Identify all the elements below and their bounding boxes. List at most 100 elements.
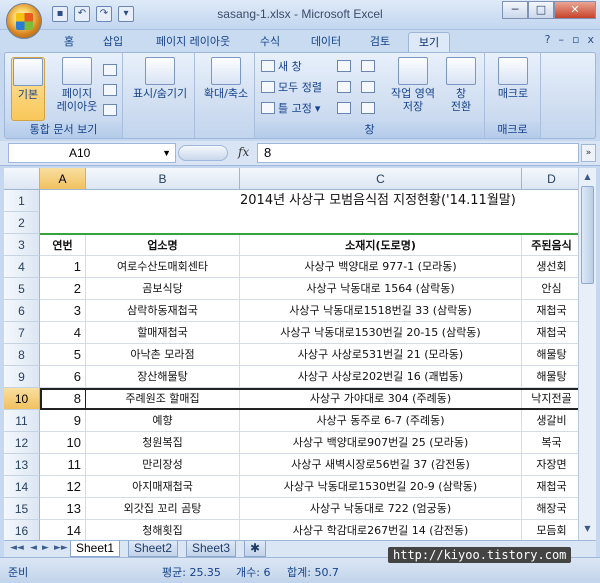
scroll-up-icon[interactable]: ▲ [581,170,594,184]
workbook-close-icon[interactable]: x [587,33,594,46]
chevron-down-icon[interactable]: ▼ [162,144,171,162]
row-header-1[interactable]: 1 [4,190,40,212]
sheet-tab-sheet1[interactable]: Sheet1 [70,541,121,557]
cell-no[interactable]: 10 [40,432,86,454]
cell-addr[interactable]: 사상구 사상로531번길 21 (모라동) [240,344,522,366]
freeze-panes-button[interactable]: 틀 고정 ▾ [261,99,320,117]
header-food[interactable]: 주된음식 [522,234,578,256]
cell-name[interactable]: 청해횟집 [86,520,240,540]
cell-no[interactable]: 12 [40,476,86,498]
insert-function-icon[interactable]: fx [238,145,249,159]
cell-addr[interactable]: 사상구 동주로 6-7 (주례동) [240,410,522,432]
cell-name[interactable]: 예향 [86,410,240,432]
hide-window-button[interactable] [337,78,351,96]
first-sheet-icon[interactable]: ◄◄ [10,543,24,553]
cell-name[interactable]: 여로수산도매회센타 [86,256,240,278]
cell-food[interactable]: 생갈비 [522,410,578,432]
workbook-restore-icon[interactable]: ▫ [572,33,579,46]
row-header-8[interactable]: 8 [4,344,40,366]
formula-bar-resize-handle[interactable] [178,145,228,161]
prev-sheet-icon[interactable]: ◄ [30,543,37,553]
synchronous-scrolling-button[interactable] [361,78,375,96]
worksheet-grid[interactable]: ABCD12345678910111213141516172014년 사상구 모… [4,168,578,540]
row-header-6[interactable]: 6 [4,300,40,322]
tab-view[interactable]: 보기 [408,32,450,52]
unhide-window-button[interactable] [337,99,351,117]
cell-name[interactable]: 아낙촌 모라점 [86,344,240,366]
macros-button[interactable]: 매크로 [491,57,535,100]
custom-views-button[interactable] [103,81,117,99]
column-header-a[interactable]: A [40,168,86,190]
normal-view-button[interactable]: 기본 [11,57,45,121]
expand-formula-bar-icon[interactable]: » [581,144,596,162]
workbook-minimize-icon[interactable]: – [559,33,565,46]
scroll-thumb[interactable] [581,186,594,284]
cell-food[interactable]: 자장면 [522,454,578,476]
cell-food[interactable]: 해물탕 [522,366,578,388]
row-header-5[interactable]: 5 [4,278,40,300]
page-break-preview-button[interactable] [103,61,117,79]
cell-addr[interactable]: 사상구 낙동대로1530번길 20-9 (삼락동) [240,476,522,498]
cell-no[interactable]: 6 [40,366,86,388]
tab-insert[interactable]: 삽입 [96,32,130,52]
cell-no[interactable]: 14 [40,520,86,540]
cell-food[interactable]: 생선회 [522,256,578,278]
header-address[interactable]: 소재지(도로명) [240,234,522,256]
minimize-button[interactable]: ─ [502,1,528,19]
header-no[interactable]: 연번 [40,234,86,256]
tab-data[interactable]: 데이터 [304,32,348,52]
cell-addr[interactable]: 사상구 학감대로267번길 14 (감전동) [240,520,522,540]
switch-windows-button[interactable]: 창 전환 [443,57,479,113]
row-header-9[interactable]: 9 [4,366,40,388]
cell-food[interactable]: 재첩국 [522,300,578,322]
cell-name[interactable]: 할매재첩국 [86,322,240,344]
cell-no[interactable]: 11 [40,454,86,476]
row-header-10[interactable]: 10 [4,388,40,410]
cell-name[interactable]: 장산해물탕 [86,366,240,388]
reset-window-position-button[interactable] [361,99,375,117]
cell-no[interactable]: 1 [40,256,86,278]
name-box[interactable]: A10 ▼ [8,143,176,163]
row-header-11[interactable]: 11 [4,410,40,432]
cell-food[interactable]: 해장국 [522,498,578,520]
cell-addr[interactable]: 사상구 백양대로 977-1 (모라동) [240,256,522,278]
cell-no[interactable]: 3 [40,300,86,322]
cell-food[interactable]: 재첩국 [522,322,578,344]
show-hide-button[interactable]: 표시/숨기기 [131,57,189,100]
cell-no[interactable]: 2 [40,278,86,300]
cell-addr[interactable]: 사상구 낙동대로 722 (엄궁동) [240,498,522,520]
tab-review[interactable]: 검토 [364,32,396,52]
save-workspace-button[interactable]: 작업 영역 저장 [387,57,439,113]
cell-no[interactable]: 5 [40,344,86,366]
cell-food[interactable]: 복국 [522,432,578,454]
row-header-12[interactable]: 12 [4,432,40,454]
cell-food[interactable]: 안심 [522,278,578,300]
cell-addr[interactable]: 사상구 백양대로907번길 25 (모라동) [240,432,522,454]
row-header-16[interactable]: 16 [4,520,40,540]
active-cell-a10[interactable] [40,388,86,410]
cell-addr[interactable]: 사상구 낙동대로1530번길 20-15 (삼락동) [240,322,522,344]
select-all-corner[interactable] [4,168,40,190]
row-header-2[interactable]: 2 [4,212,40,234]
formula-input[interactable]: 8 [257,143,579,163]
cell-addr[interactable]: 사상구 사상로202번길 16 (괘법동) [240,366,522,388]
cell-food[interactable]: 모듬회 [522,520,578,540]
cell-food[interactable]: 재첩국 [522,476,578,498]
cell-name[interactable]: 외갓집 꼬리 곰탕 [86,498,240,520]
maximize-button[interactable]: □ [528,1,554,19]
vertical-scrollbar[interactable]: ▲ ▼ [578,168,596,540]
help-icon[interactable]: ? [545,33,551,46]
cell-no[interactable]: 4 [40,322,86,344]
sheet-tab-sheet3[interactable]: Sheet3 [186,541,237,557]
cell-addr[interactable]: 사상구 낙동대로 1564 (삼락동) [240,278,522,300]
next-sheet-icon[interactable]: ► [42,543,49,553]
new-window-button[interactable]: 새 창 [261,57,302,75]
arrange-all-button[interactable]: 모두 정렬 [261,78,322,96]
tab-home[interactable]: 홈 [56,32,82,52]
zoom-button[interactable]: 확대/축소 [199,57,253,100]
cell-no[interactable]: 9 [40,410,86,432]
page-layout-view-button[interactable]: 페이지 레이아웃 [55,57,99,113]
cell-name[interactable]: 삼락하동재첩국 [86,300,240,322]
cell-name[interactable]: 아지매재첩국 [86,476,240,498]
cell-name[interactable]: 곰보식당 [86,278,240,300]
